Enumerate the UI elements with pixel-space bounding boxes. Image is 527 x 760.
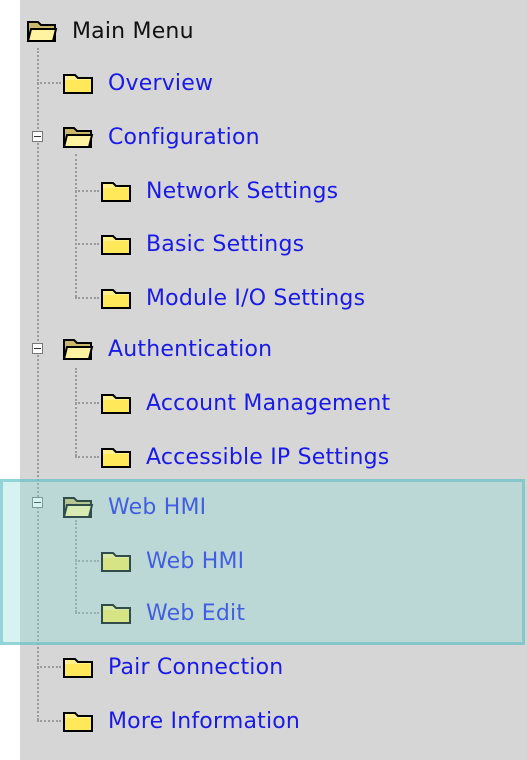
folder-closed-icon <box>100 600 132 626</box>
tree-label-more-information[interactable]: More Information <box>108 709 300 734</box>
tree-item-module-io-settings[interactable]: Module I/O Settings <box>100 281 365 315</box>
folder-closed-icon <box>100 231 132 257</box>
tree-label-network-settings[interactable]: Network Settings <box>146 179 338 204</box>
folder-closed-icon <box>62 70 94 96</box>
tree-branch-line <box>37 82 61 84</box>
tree-branch-line <box>75 560 99 562</box>
tree-item-web-edit[interactable]: Web Edit <box>100 596 245 630</box>
tree-label-web-edit[interactable]: Web Edit <box>146 601 245 626</box>
collapse-authentication-icon[interactable] <box>32 343 43 354</box>
tree-root-main-menu[interactable]: Main Menu <box>26 14 194 48</box>
tree-item-account-management[interactable]: Account Management <box>100 386 390 420</box>
tree-guide-line <box>75 520 77 612</box>
tree-branch-line <box>75 297 99 299</box>
tree-label-configuration[interactable]: Configuration <box>108 125 260 150</box>
tree-label-basic-settings[interactable]: Basic Settings <box>146 232 304 257</box>
tree-item-web-hmi-folder[interactable]: Web HMI <box>62 490 206 524</box>
folder-open-icon <box>62 336 94 362</box>
tree-item-web-hmi[interactable]: Web HMI <box>100 544 244 578</box>
tree-branch-line <box>75 612 99 614</box>
tree-branch-line <box>37 720 61 722</box>
folder-closed-icon <box>100 444 132 470</box>
tree-item-accessible-ip-settings[interactable]: Accessible IP Settings <box>100 440 389 474</box>
folder-closed-icon <box>62 708 94 734</box>
tree-label-authentication[interactable]: Authentication <box>108 337 272 362</box>
folder-open-icon <box>62 494 94 520</box>
folder-closed-icon <box>100 548 132 574</box>
folder-closed-icon <box>100 285 132 311</box>
tree-guide-line <box>75 368 77 456</box>
tree-guide-line <box>75 154 77 297</box>
folder-open-icon <box>62 124 94 150</box>
tree-label-overview[interactable]: Overview <box>108 71 213 96</box>
folder-closed-icon <box>62 654 94 680</box>
main-menu-panel: Main Menu Overview Configuration Network… <box>20 0 527 760</box>
tree-guide-line <box>37 48 39 720</box>
tree-item-more-information[interactable]: More Information <box>62 704 300 738</box>
collapse-web-hmi-icon[interactable] <box>32 497 43 508</box>
tree-item-pair-connection[interactable]: Pair Connection <box>62 650 283 684</box>
tree-branch-line <box>75 190 99 192</box>
tree-item-authentication[interactable]: Authentication <box>62 332 272 366</box>
tree-item-basic-settings[interactable]: Basic Settings <box>100 227 304 261</box>
tree-label-web-hmi[interactable]: Web HMI <box>146 549 244 574</box>
tree-label-accessible-ip-settings[interactable]: Accessible IP Settings <box>146 445 389 470</box>
collapse-configuration-icon[interactable] <box>32 131 43 142</box>
folder-open-icon <box>26 18 58 44</box>
tree-item-network-settings[interactable]: Network Settings <box>100 174 338 208</box>
tree-branch-line <box>75 243 99 245</box>
tree-label-account-management[interactable]: Account Management <box>146 391 390 416</box>
tree-label-web-hmi-folder[interactable]: Web HMI <box>108 495 206 520</box>
tree-label-pair-connection[interactable]: Pair Connection <box>108 655 283 680</box>
tree-branch-line <box>75 402 99 404</box>
tree-label-module-io-settings[interactable]: Module I/O Settings <box>146 286 365 311</box>
tree-item-overview[interactable]: Overview <box>62 66 213 100</box>
tree-branch-line <box>75 456 99 458</box>
folder-closed-icon <box>100 390 132 416</box>
tree-branch-line <box>37 666 61 668</box>
tree-item-configuration[interactable]: Configuration <box>62 120 260 154</box>
tree-label-main-menu: Main Menu <box>72 18 194 44</box>
folder-closed-icon <box>100 178 132 204</box>
